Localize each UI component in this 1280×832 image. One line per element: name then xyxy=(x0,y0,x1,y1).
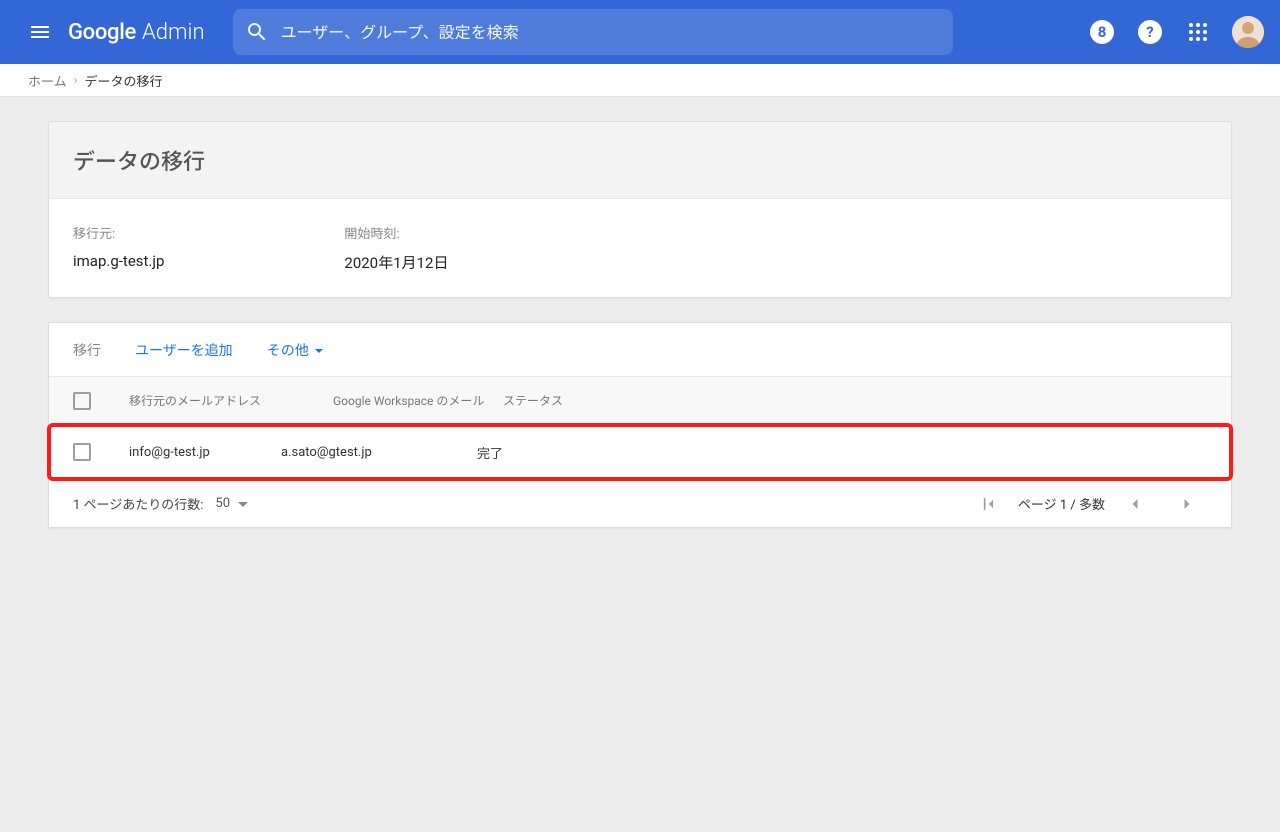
more-button[interactable]: その他 xyxy=(267,340,323,360)
apps-icon[interactable] xyxy=(1178,12,1218,52)
cell-status: 完了 xyxy=(477,443,1207,462)
col-gws: Google Workspace のメール xyxy=(333,392,503,409)
prev-page-icon[interactable] xyxy=(1115,484,1155,524)
breadcrumb-home[interactable]: ホーム xyxy=(28,71,67,90)
table-header: 移行元のメールアドレス Google Workspace のメール ステータス xyxy=(49,377,1231,425)
help-icon[interactable]: ? xyxy=(1130,12,1170,52)
source-label: 移行元: xyxy=(73,223,164,242)
breadcrumb: ホーム › データの移行 xyxy=(0,64,1280,97)
table-toolbar: 移行 ユーザーを追加 その他 xyxy=(49,323,1231,377)
cell-source: info@g-test.jp xyxy=(129,445,281,460)
breadcrumb-current: データの移行 xyxy=(85,71,163,90)
add-user-button[interactable]: ユーザーを追加 xyxy=(135,340,233,360)
search-input[interactable] xyxy=(281,23,941,42)
page-indicator: ページ 1 / 多数 xyxy=(1018,494,1105,513)
select-all-checkbox[interactable] xyxy=(73,392,91,410)
menu-icon[interactable] xyxy=(16,8,64,56)
migration-table-card: 移行 ユーザーを追加 その他 移行元のメールアドレス Google Worksp… xyxy=(48,322,1232,528)
start-field: 開始時刻: 2020年1月12日 xyxy=(344,223,448,273)
search-bar[interactable] xyxy=(233,9,953,55)
cell-gws: a.sato@gtest.jp xyxy=(281,445,477,460)
start-label: 開始時刻: xyxy=(344,223,448,242)
source-field: 移行元: imap.g-test.jp xyxy=(73,223,164,273)
chevron-right-icon: › xyxy=(74,73,78,88)
source-value: imap.g-test.jp xyxy=(73,252,164,270)
first-page-icon[interactable] xyxy=(968,484,1008,524)
activity-icon[interactable]: 8 xyxy=(1082,12,1122,52)
next-page-icon[interactable] xyxy=(1167,484,1207,524)
page-title: データの移行 xyxy=(73,144,1207,176)
col-source: 移行元のメールアドレス xyxy=(129,392,333,409)
logo-admin: Admin xyxy=(142,20,205,45)
rows-per-page-select[interactable]: 50 xyxy=(215,496,248,511)
rows-per-page-label: 1 ページあたりの行数: xyxy=(73,494,203,513)
app-header: Google Admin 8 ? xyxy=(0,0,1280,64)
avatar[interactable] xyxy=(1232,16,1264,48)
product-logo[interactable]: Google Admin xyxy=(68,20,205,45)
toolbar-label: 移行 xyxy=(73,340,101,360)
summary-card: データの移行 移行元: imap.g-test.jp 開始時刻: 2020年1月… xyxy=(48,121,1232,298)
row-checkbox[interactable] xyxy=(73,443,91,461)
logo-google: Google xyxy=(68,20,136,45)
start-value: 2020年1月12日 xyxy=(344,252,448,273)
search-icon xyxy=(245,20,269,44)
col-status: ステータス xyxy=(503,392,1207,409)
table-row[interactable]: info@g-test.jp a.sato@gtest.jp 完了 xyxy=(49,425,1231,479)
table-pager: 1 ページあたりの行数: 50 ページ 1 / 多数 xyxy=(49,479,1231,527)
